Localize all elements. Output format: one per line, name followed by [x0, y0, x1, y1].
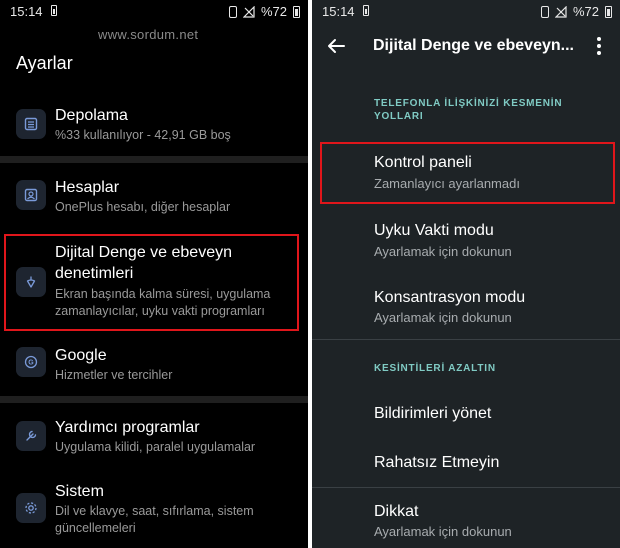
status-time: 15:14 — [322, 4, 355, 19]
item-title: Bildirimleri yönet — [374, 405, 492, 422]
vibrate-icon — [228, 5, 237, 18]
settings-item-subtitle: Dil ve klavye, saat, sıfırlama, sistem — [55, 504, 254, 518]
settings-item-subtitle: Hizmetler ve tercihler — [55, 368, 173, 382]
page-title: Ayarlar — [16, 53, 73, 73]
watermark: www.sordum.net — [98, 27, 199, 42]
battery-percent: %72 — [572, 4, 599, 19]
heads-up-item[interactable]: Dikkat Ayarlamak için dokunun — [312, 494, 620, 548]
settings-screen: 15:14 %72 www.sordum.net Ayarlar Depolam… — [0, 0, 308, 548]
settings-item-title: Yardımcı programlar — [55, 419, 200, 436]
gear-icon — [16, 493, 46, 523]
item-title: Uyku Vakti modu — [374, 222, 494, 239]
battery-percent: %72 — [260, 4, 287, 19]
digital-wellbeing-screen: 15:14 %72 Dijital Denge ve ebeveyn... TE… — [312, 0, 620, 548]
settings-item-google[interactable]: G Google Hizmetler ve tercihler — [0, 338, 308, 396]
section-header-cont: YOLLARI — [374, 111, 424, 122]
highlight-box — [320, 142, 615, 204]
settings-item-title: Google — [55, 347, 107, 364]
settings-item-storage[interactable]: Depolama %33 kullanılıyor - 42,91 GB boş — [0, 98, 308, 156]
item-subtitle: Ayarlamak için dokunun — [374, 310, 512, 325]
more-options-icon[interactable] — [594, 35, 604, 57]
settings-item-title: Sistem — [55, 483, 104, 500]
status-bar: 15:14 %72 — [312, 0, 620, 22]
battery-icon — [605, 5, 612, 18]
back-arrow-icon[interactable] — [324, 34, 348, 58]
no-signal-icon — [242, 5, 255, 18]
page-title: Dijital Denge ve ebeveyn... — [373, 37, 574, 54]
section-divider — [312, 339, 620, 340]
settings-item-subtitle: %33 kullanılıyor - 42,91 GB boş — [55, 128, 231, 142]
item-subtitle: Ayarlamak için dokunun — [374, 524, 512, 539]
focus-mode-item[interactable]: Konsantrasyon modu Ayarlamak için dokunu… — [312, 280, 620, 336]
item-subtitle: Ayarlamak için dokunun — [374, 244, 512, 259]
section-header: TELEFONLA İLİŞKİNİZİ KESMENİN — [374, 98, 563, 109]
section-divider — [0, 156, 308, 163]
section-divider — [0, 396, 308, 403]
vibrate-icon — [540, 5, 549, 18]
no-signal-icon — [554, 5, 567, 18]
battery-icon — [293, 5, 300, 18]
app-bar: Dijital Denge ve ebeveyn... — [312, 22, 620, 70]
section-divider — [312, 487, 620, 488]
settings-item-subtitle: OnePlus hesabı, diğer hesaplar — [55, 200, 231, 214]
section-header: KESİNTİLERİ AZALTIN — [374, 363, 496, 374]
manage-notifications-item[interactable]: Bildirimleri yönet — [312, 394, 620, 434]
storage-icon — [16, 109, 46, 139]
do-not-disturb-item[interactable]: Rahatsız Etmeyin — [312, 442, 620, 484]
settings-item-subtitle-cont: güncellemeleri — [55, 521, 136, 535]
utilities-icon — [16, 421, 46, 451]
status-time: 15:14 — [10, 4, 43, 19]
settings-item-subtitle: Uygulama kilidi, paralel uygulamalar — [55, 440, 256, 454]
item-title: Konsantrasyon modu — [374, 289, 526, 306]
highlight-box — [4, 234, 299, 331]
settings-item-accounts[interactable]: Hesaplar OnePlus hesabı, diğer hesaplar — [0, 170, 308, 228]
item-title: Rahatsız Etmeyin — [374, 454, 500, 471]
bedtime-mode-item[interactable]: Uyku Vakti modu Ayarlamak için dokunun — [312, 214, 620, 274]
google-icon: G — [16, 347, 46, 377]
settings-item-utilities[interactable]: Yardımcı programlar Uygulama kilidi, par… — [0, 410, 308, 468]
account-icon — [16, 180, 46, 210]
settings-item-system[interactable]: Sistem Dil ve klavye, saat, sıfırlama, s… — [0, 474, 308, 548]
battery-saver-icon — [51, 5, 57, 16]
settings-item-title: Depolama — [55, 107, 128, 124]
item-title: Dikkat — [374, 503, 419, 520]
status-bar: 15:14 %72 — [0, 0, 308, 22]
battery-saver-icon — [363, 5, 369, 16]
svg-text:G: G — [28, 360, 34, 367]
settings-item-title: Hesaplar — [55, 179, 120, 196]
